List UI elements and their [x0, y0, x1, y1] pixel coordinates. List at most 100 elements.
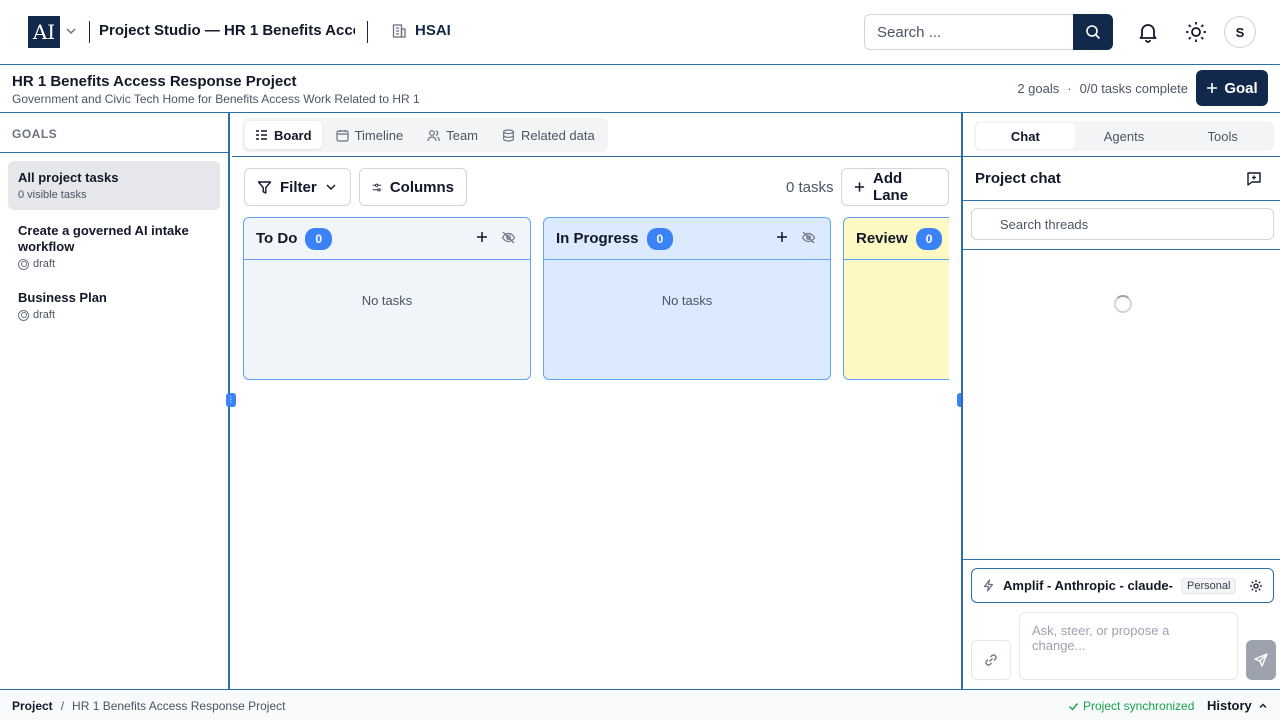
tab-label: Timeline: [354, 127, 404, 143]
panel-tabs: Chat Agents Tools: [974, 121, 1274, 151]
breadcrumb: Project / HR 1 Benefits Access Response …: [12, 699, 285, 713]
filter-button[interactable]: Filter: [244, 168, 351, 206]
chevron-down-icon[interactable]: [64, 24, 78, 38]
task-count: 0 tasks: [786, 179, 834, 196]
lanes-container: To Do 0 No tasks In Progress 0 No tasks: [243, 217, 949, 381]
bell-icon[interactable]: [1136, 20, 1160, 44]
lane-empty-text: No tasks: [361, 293, 413, 308]
tab-label: Team: [446, 127, 479, 143]
project-stats: 2 goals · 0/0 tasks complete: [1017, 81, 1188, 96]
lane-review: Review 0: [843, 217, 949, 380]
loading-spinner-icon: [1114, 295, 1132, 313]
tab-board[interactable]: Board: [245, 121, 322, 149]
plus-icon: [1207, 83, 1218, 93]
goal-item[interactable]: Create a governed AI intake workflow dra…: [8, 214, 220, 279]
tab-label: Board: [274, 127, 312, 143]
goal-status-label: draft: [33, 258, 56, 270]
goal-status-label: draft: [33, 309, 56, 321]
building-icon: [392, 23, 406, 38]
team-icon: [427, 129, 441, 141]
lane-name: In Progress: [556, 230, 639, 247]
view-tabs: Board Timeline Team Related data: [242, 118, 608, 152]
filter-icon: [257, 180, 272, 194]
lane-to-do: To Do 0 No tasks: [243, 217, 531, 380]
calendar-icon: [335, 129, 349, 142]
theme-toggle-icon[interactable]: [1184, 20, 1208, 44]
project-header: HR 1 Benefits Access Response Project Go…: [0, 65, 1280, 113]
project-title: HR 1 Benefits Access Response Project: [12, 73, 297, 90]
tab-chat[interactable]: Chat: [976, 123, 1075, 149]
send-button[interactable]: [1246, 640, 1276, 680]
tab-agents[interactable]: Agents: [1075, 123, 1174, 149]
avatar[interactable]: S: [1224, 16, 1256, 48]
model-selector[interactable]: Amplif - Anthropic - claude-sonnet Perso…: [971, 568, 1274, 603]
add-goal-button[interactable]: Goal: [1196, 70, 1268, 106]
history-label: History: [1207, 698, 1252, 713]
assistant-panel: Chat Agents Tools Project chat Amplif - …: [961, 113, 1280, 689]
sliders-icon: [372, 183, 382, 191]
sync-status-label: Project synchronized: [1083, 699, 1195, 713]
app-title: Project Studio — HR 1 Benefits Access Re…: [99, 22, 355, 39]
search-input[interactable]: [864, 14, 1074, 50]
plus-icon: [854, 182, 865, 192]
chat-title: Project chat: [975, 170, 1061, 187]
app-logo[interactable]: AI: [28, 16, 60, 48]
board-icon: [256, 129, 267, 140]
divider: [963, 156, 1280, 157]
chevron-down-icon: [326, 184, 336, 191]
lane-header: Review 0: [844, 218, 949, 260]
goal-title: Business Plan: [18, 290, 107, 305]
breadcrumb-root[interactable]: Project: [12, 699, 53, 713]
gear-icon[interactable]: [1249, 579, 1263, 593]
plus-icon[interactable]: [475, 230, 489, 244]
thread-search-input[interactable]: [971, 208, 1274, 240]
goals-panel: GOALS All project tasks 0 visible tasks …: [0, 113, 230, 689]
columns-button[interactable]: Columns: [359, 168, 467, 206]
tab-team[interactable]: Team: [417, 121, 488, 149]
add-lane-button[interactable]: Add Lane: [841, 168, 949, 206]
stats-separator: ·: [1067, 81, 1072, 96]
check-icon: [1069, 702, 1079, 711]
chat-input[interactable]: [1019, 612, 1238, 680]
lane-count-badge: 0: [646, 227, 674, 250]
goal-item-all-tasks[interactable]: All project tasks 0 visible tasks: [8, 161, 220, 210]
goal-title: All project tasks: [18, 170, 119, 185]
divider: [963, 249, 1280, 250]
columns-label: Columns: [389, 178, 454, 196]
eye-off-icon[interactable]: [801, 230, 816, 245]
divider: [963, 200, 1280, 201]
goal-status: draft: [18, 258, 210, 270]
divider: [232, 156, 961, 157]
lane-empty-text: No tasks: [661, 293, 713, 308]
search-button[interactable]: [1073, 14, 1113, 50]
tab-label: Related data: [521, 127, 595, 143]
tasks-complete: 0/0 tasks complete: [1079, 81, 1188, 96]
lane-header: In Progress 0: [544, 218, 830, 260]
tab-tools[interactable]: Tools: [1173, 123, 1272, 149]
lane-header: To Do 0: [244, 218, 530, 260]
org-switcher[interactable]: HSAI: [391, 22, 451, 39]
board-area: Board Timeline Team Related data Filter …: [232, 113, 961, 689]
tab-related-data[interactable]: Related data: [492, 121, 605, 149]
lane-name: Review: [856, 230, 908, 247]
project-subtitle: Government and Civic Tech Home for Benef…: [12, 92, 420, 106]
top-bar: AI Project Studio — HR 1 Benefits Access…: [0, 0, 1280, 65]
divider: [89, 21, 90, 43]
history-button[interactable]: History: [1207, 698, 1268, 713]
send-icon: [1254, 653, 1268, 667]
plus-icon[interactable]: [775, 230, 789, 244]
draft-status-icon: [18, 258, 29, 270]
tab-timeline[interactable]: Timeline: [326, 121, 414, 149]
lightning-icon: [983, 579, 994, 592]
divider: [367, 21, 368, 43]
lane-count-badge: 0: [915, 227, 943, 250]
draft-status-icon: [18, 309, 29, 321]
goal-item[interactable]: Business Plan draft: [8, 281, 220, 330]
search-icon: [1086, 25, 1101, 40]
attach-button[interactable]: [971, 640, 1011, 680]
new-thread-icon[interactable]: [1245, 170, 1263, 188]
lane-count-badge: 0: [305, 227, 333, 250]
goals-heading: GOALS: [0, 113, 228, 153]
lane-in-progress: In Progress 0 No tasks: [543, 217, 831, 380]
eye-off-icon[interactable]: [501, 230, 516, 245]
